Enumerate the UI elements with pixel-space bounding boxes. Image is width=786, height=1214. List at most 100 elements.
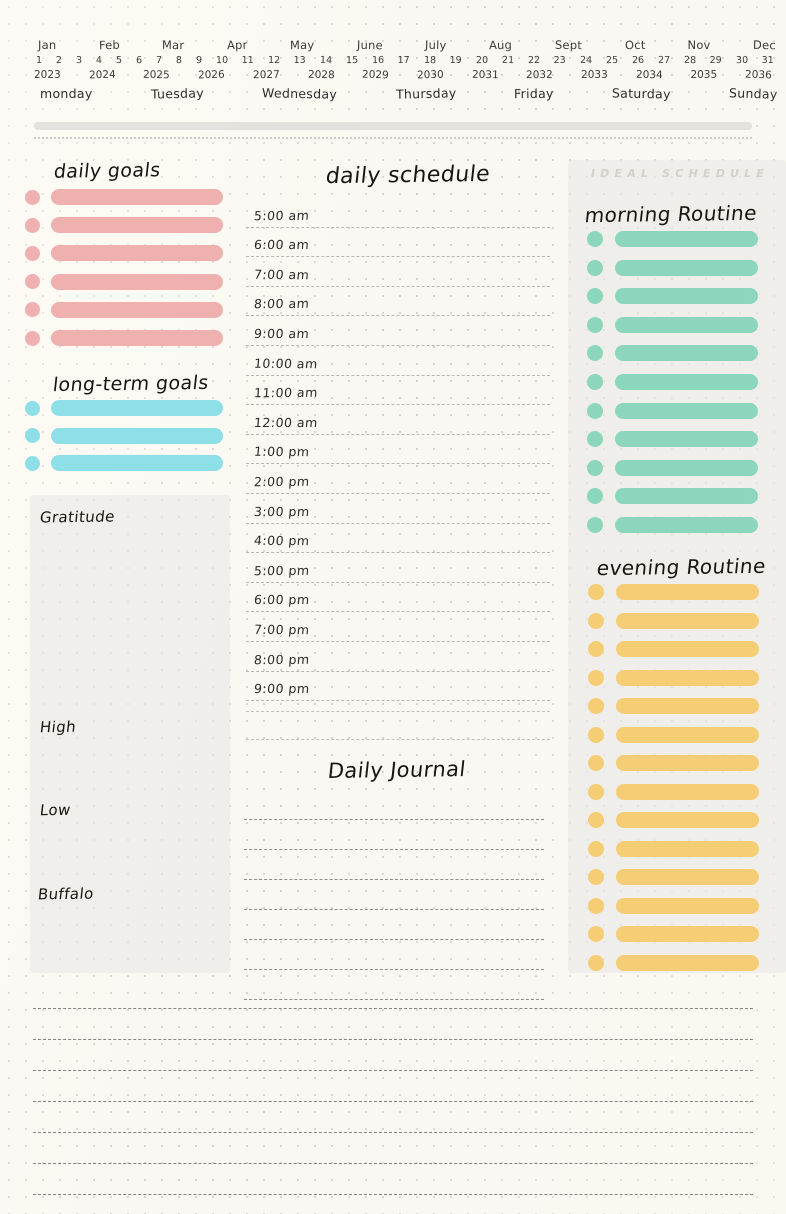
- schedule-blank-line[interactable]: [246, 712, 550, 740]
- month-option-1[interactable]: Feb: [99, 38, 120, 53]
- evening-routine-item[interactable]: [588, 755, 759, 771]
- weekday-option-4[interactable]: Friday: [514, 86, 554, 101]
- month-option-8[interactable]: Sept: [555, 38, 582, 53]
- checkbox-dot-icon[interactable]: [588, 812, 604, 828]
- daily-goal-input[interactable]: [51, 217, 223, 234]
- evening-routine-input[interactable]: [616, 840, 759, 857]
- morning-routine-item[interactable]: [587, 402, 758, 419]
- morning-routine-input[interactable]: [615, 231, 758, 247]
- day-option-13[interactable]: 14: [319, 55, 331, 66]
- schedule-blank-line[interactable]: [246, 684, 550, 712]
- day-option-6[interactable]: 7: [156, 55, 162, 66]
- daily-goal-input[interactable]: [51, 330, 223, 346]
- day-option-0[interactable]: 1: [36, 55, 42, 66]
- checkbox-dot-icon[interactable]: [25, 330, 40, 346]
- year-option-10[interactable]: 2033: [581, 69, 608, 81]
- morning-routine-input[interactable]: [615, 488, 758, 505]
- evening-routine-input[interactable]: [616, 584, 759, 600]
- evening-routine-input[interactable]: [616, 926, 759, 942]
- day-option-27[interactable]: 28: [683, 55, 695, 66]
- checkbox-dot-icon[interactable]: [587, 488, 603, 505]
- checkbox-dot-icon[interactable]: [588, 926, 604, 942]
- checkbox-dot-icon[interactable]: [588, 840, 604, 857]
- schedule-row[interactable]: 9:00 am: [246, 316, 550, 346]
- year-option-5[interactable]: 2028: [307, 69, 334, 82]
- month-option-10[interactable]: Nov: [688, 38, 711, 52]
- evening-routine-item[interactable]: [588, 726, 759, 743]
- note-line[interactable]: [33, 1040, 753, 1071]
- day-option-10[interactable]: 11: [242, 55, 254, 66]
- note-line[interactable]: [33, 1102, 753, 1133]
- morning-routine-input[interactable]: [615, 345, 758, 362]
- month-option-6[interactable]: July: [425, 38, 447, 53]
- year-option-0[interactable]: 2023: [34, 69, 61, 81]
- day-option-8[interactable]: 9: [196, 55, 202, 66]
- day-option-22[interactable]: 23: [554, 55, 566, 66]
- schedule-row[interactable]: 6:00 am: [246, 228, 550, 258]
- year-option-1[interactable]: 2024: [89, 69, 116, 82]
- checkbox-dot-icon[interactable]: [587, 517, 603, 533]
- schedule-row[interactable]: 8:00 pm: [246, 642, 550, 672]
- schedule-row[interactable]: 8:00 am: [246, 287, 550, 317]
- month-option-4[interactable]: May: [290, 38, 315, 52]
- morning-routine-item[interactable]: [587, 374, 758, 390]
- checkbox-dot-icon[interactable]: [587, 288, 603, 305]
- daily-goal-item[interactable]: [25, 330, 223, 346]
- checkbox-dot-icon[interactable]: [25, 274, 40, 290]
- schedule-row[interactable]: 7:00 am: [246, 257, 550, 287]
- daily-goal-item[interactable]: [25, 273, 223, 290]
- long-term-goal-input[interactable]: [51, 400, 223, 416]
- long-term-goal-input[interactable]: [51, 427, 223, 444]
- morning-routine-item[interactable]: [587, 288, 758, 305]
- schedule-row[interactable]: 5:00 pm: [246, 553, 550, 583]
- journal-line[interactable]: [244, 790, 544, 820]
- evening-routine-item[interactable]: [588, 584, 759, 600]
- evening-routine-input[interactable]: [616, 812, 759, 828]
- day-option-2[interactable]: 3: [76, 55, 82, 66]
- day-option-15[interactable]: 16: [371, 55, 383, 66]
- evening-routine-item[interactable]: [588, 783, 759, 800]
- note-line[interactable]: [33, 1133, 753, 1164]
- day-option-18[interactable]: 19: [450, 55, 462, 66]
- schedule-row[interactable]: 6:00 pm: [246, 583, 550, 613]
- day-option-21[interactable]: 22: [527, 55, 539, 66]
- morning-routine-item[interactable]: [587, 431, 758, 448]
- evening-routine-item[interactable]: [588, 926, 759, 942]
- evening-routine-item[interactable]: [588, 698, 759, 714]
- evening-routine-item[interactable]: [588, 641, 759, 657]
- day-option-4[interactable]: 5: [116, 55, 122, 66]
- morning-routine-item[interactable]: [587, 316, 758, 333]
- weekday-option-5[interactable]: Saturday: [612, 85, 671, 101]
- day-option-11[interactable]: 12: [267, 55, 279, 66]
- journal-line[interactable]: [244, 940, 544, 970]
- day-option-14[interactable]: 15: [346, 55, 358, 66]
- day-option-28[interactable]: 29: [710, 55, 722, 66]
- evening-routine-item[interactable]: [588, 669, 759, 686]
- daily-goal-input[interactable]: [51, 273, 223, 290]
- schedule-row[interactable]: 7:00 pm: [246, 612, 550, 642]
- evening-routine-input[interactable]: [616, 783, 759, 800]
- checkbox-dot-icon[interactable]: [588, 869, 604, 885]
- morning-routine-input[interactable]: [615, 316, 758, 333]
- day-option-25[interactable]: 26: [631, 55, 643, 66]
- day-option-24[interactable]: 25: [606, 55, 618, 66]
- year-selector-row[interactable]: 2023 2024 2025 2026 2027 2028 2029 2030 2031 2032…: [24, 69, 780, 82]
- evening-routine-input[interactable]: [616, 669, 759, 686]
- month-option-2[interactable]: Mar: [162, 38, 185, 52]
- evening-routine-item[interactable]: [588, 812, 759, 828]
- evening-routine-item[interactable]: [588, 840, 759, 857]
- daily-goal-item[interactable]: [25, 301, 223, 318]
- month-option-3[interactable]: Apr: [227, 38, 248, 52]
- journal-line[interactable]: [244, 910, 544, 940]
- checkbox-dot-icon[interactable]: [25, 189, 40, 205]
- evening-routine-input[interactable]: [616, 612, 759, 629]
- day-option-17[interactable]: 18: [423, 55, 435, 66]
- morning-routine-input[interactable]: [615, 259, 758, 276]
- note-line[interactable]: [33, 978, 753, 1009]
- day-option-1[interactable]: 2: [56, 55, 62, 66]
- evening-routine-item[interactable]: [588, 612, 759, 629]
- journal-line[interactable]: [244, 820, 544, 850]
- morning-routine-input[interactable]: [615, 517, 758, 533]
- checkbox-dot-icon[interactable]: [25, 400, 40, 416]
- checkbox-dot-icon[interactable]: [588, 897, 604, 914]
